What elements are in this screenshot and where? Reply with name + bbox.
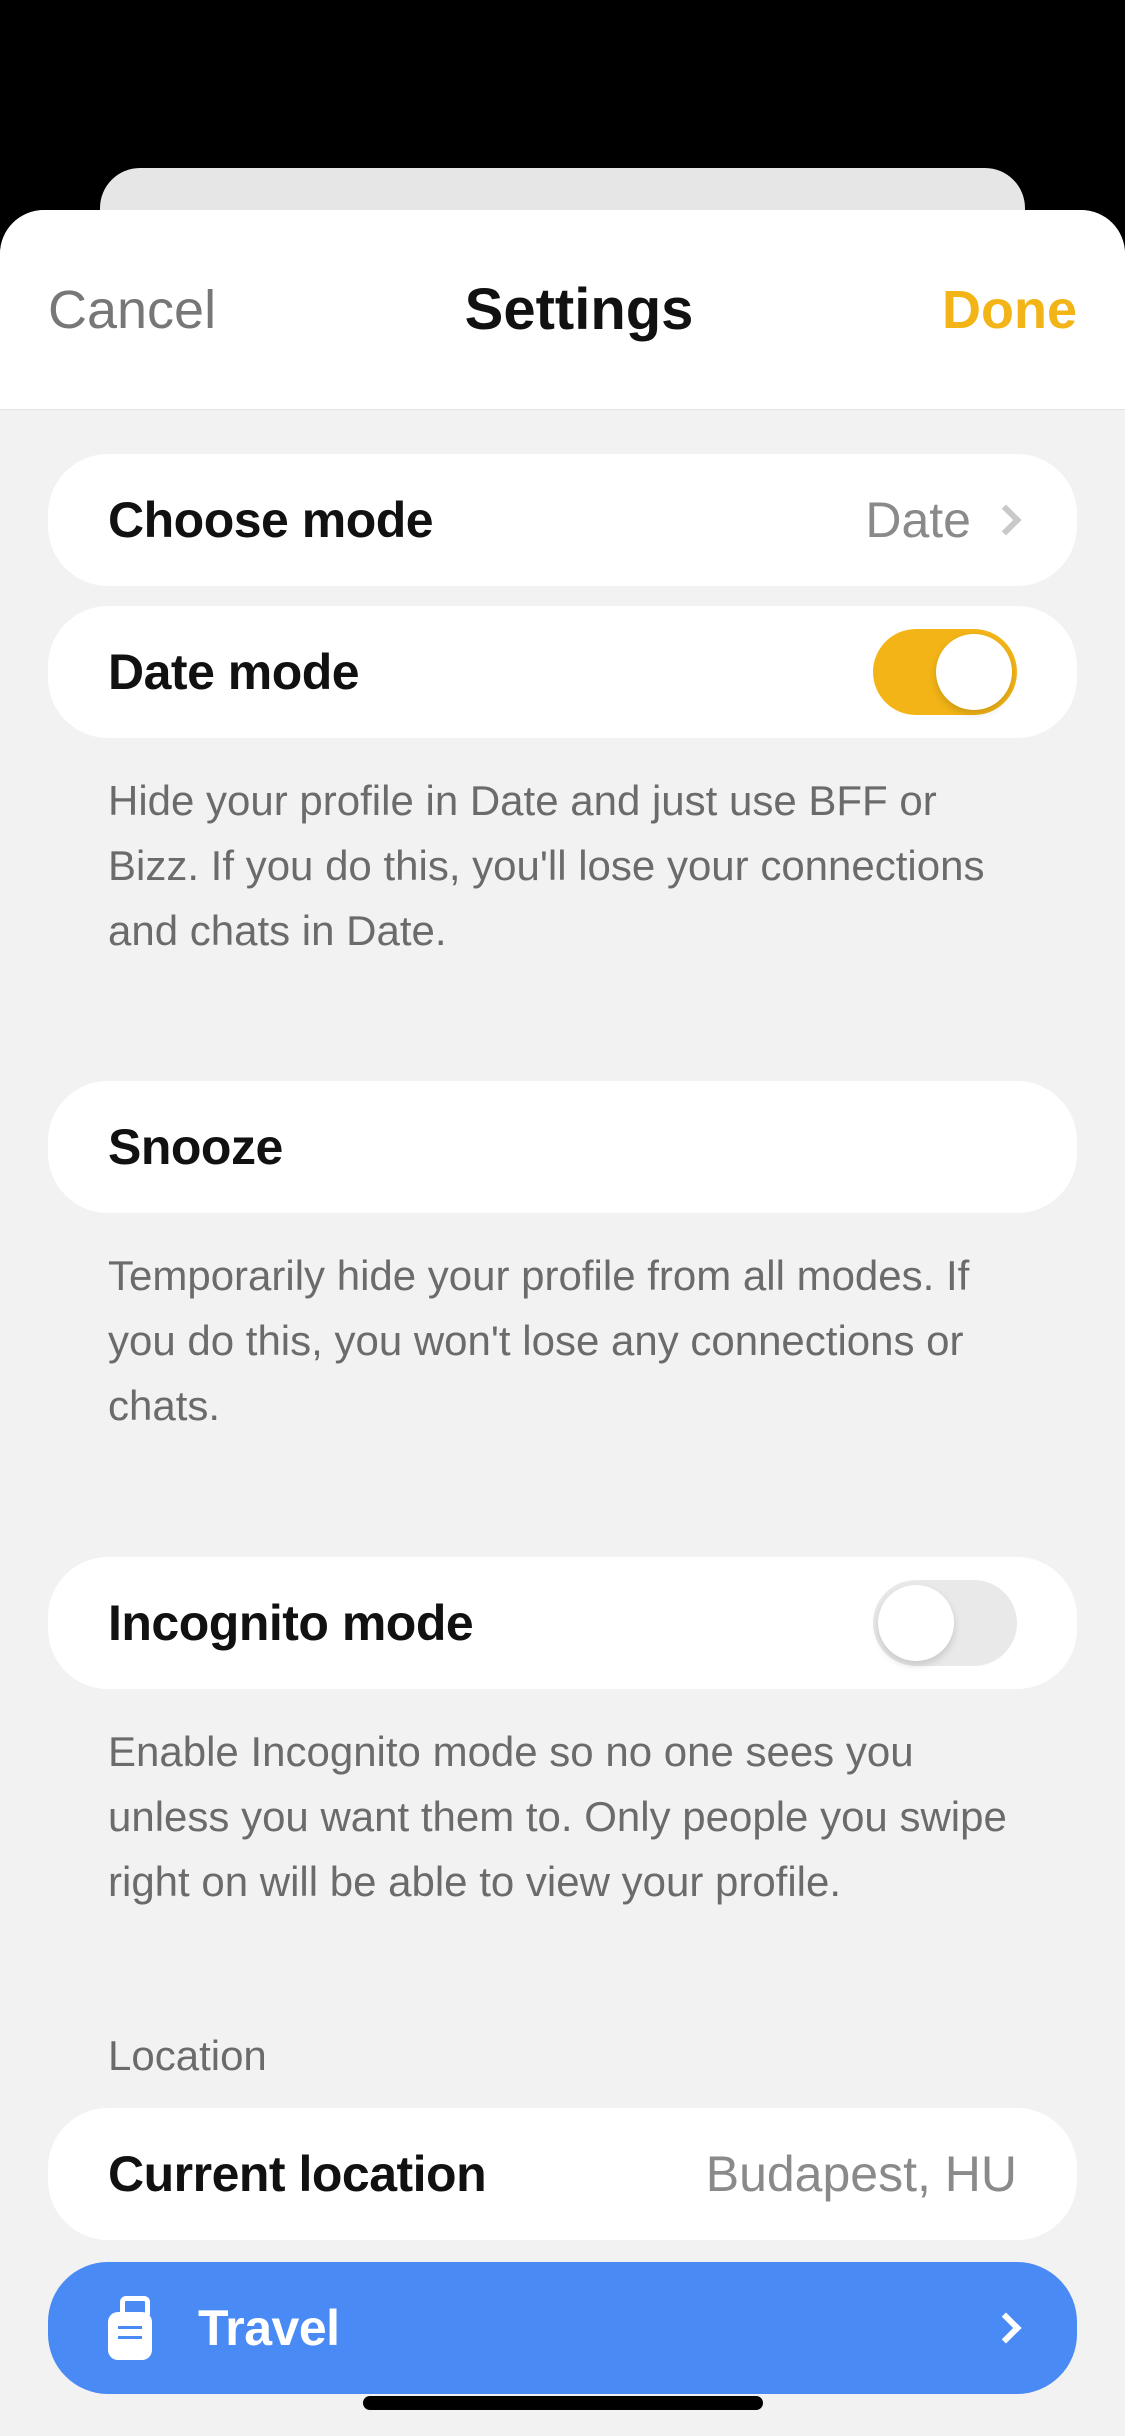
incognito-description: Enable Incognito mode so no one sees you… [48,1689,1077,1914]
choose-mode-value: Date [865,491,971,549]
incognito-label: Incognito mode [108,1594,473,1652]
modal-content: Choose mode Date Date mode Hide your pro… [0,410,1125,2436]
snooze-row[interactable]: Snooze [48,1081,1077,1213]
chevron-right-icon [990,504,1021,535]
travel-row[interactable]: Travel [48,2262,1077,2394]
snooze-description: Temporarily hide your profile from all m… [48,1213,1077,1438]
travel-label: Travel [198,2299,340,2357]
date-mode-row: Date mode [48,606,1077,738]
chevron-right-icon [990,2312,1021,2343]
toggle-knob [936,634,1012,710]
date-mode-description: Hide your profile in Date and just use B… [48,738,1077,963]
choose-mode-row[interactable]: Choose mode Date [48,454,1077,586]
modal-title: Settings [465,276,694,343]
current-location-label: Current location [108,2145,486,2203]
toggle-knob [878,1585,954,1661]
modal-header: Cancel Settings Done [0,210,1125,410]
location-section-label: Location [48,2032,1077,2108]
date-mode-toggle[interactable] [873,629,1017,715]
done-button[interactable]: Done [942,279,1077,341]
choose-mode-label: Choose mode [108,491,433,549]
settings-modal: Cancel Settings Done Choose mode Date Da… [0,210,1125,2436]
home-indicator [363,2396,763,2410]
current-location-value: Budapest, HU [706,2145,1017,2203]
luggage-icon [108,2296,152,2360]
incognito-row: Incognito mode [48,1557,1077,1689]
current-location-row[interactable]: Current location Budapest, HU [48,2108,1077,2240]
cancel-button[interactable]: Cancel [48,279,216,341]
incognito-toggle[interactable] [873,1580,1017,1666]
snooze-label: Snooze [108,1118,283,1176]
date-mode-label: Date mode [108,643,359,701]
